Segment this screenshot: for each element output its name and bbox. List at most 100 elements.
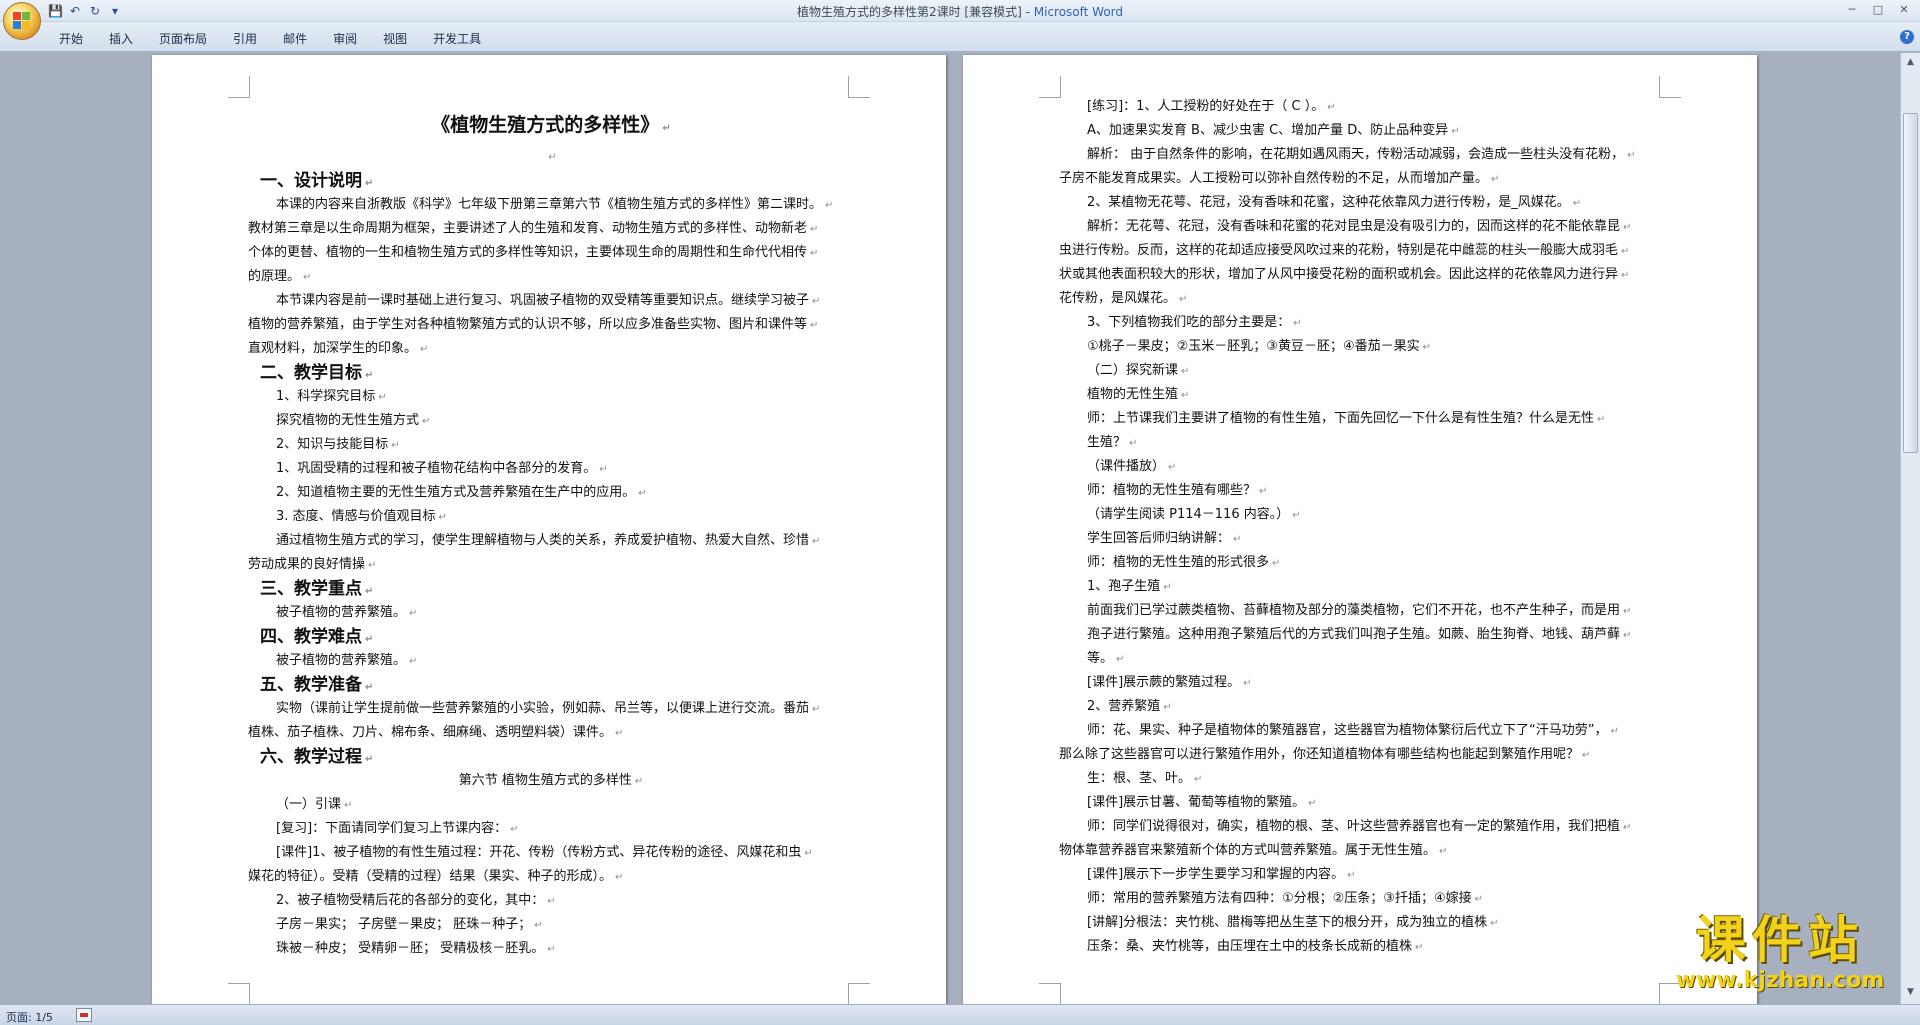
paragraph-mark-icon: ↵ [812, 536, 821, 547]
paragraph-line: 子房－果实； 子房壁－果皮； 胚珠－种子； ↵ [248, 913, 854, 937]
line-text: 二、教学目标 [260, 363, 362, 383]
paragraph-mark-icon: ↵ [1293, 318, 1302, 329]
paragraph-line: （二）探究新课 ↵ [1059, 359, 1665, 383]
line-text: 1、孢子生殖 [1087, 579, 1161, 594]
paragraph-mark-icon: ↵ [1181, 390, 1190, 401]
line-text: 1、巩固受精的过程和被子植物花结构中各部分的发育。 [276, 461, 597, 476]
ribbon-tab[interactable]: 开始 [46, 28, 96, 49]
minimize-icon[interactable]: ─ [1840, 2, 1864, 18]
site-watermark: 课件站 www.kjzhan.com [1660, 912, 1900, 1004]
paragraph-mark-icon: ↵ [1490, 918, 1499, 929]
paragraph-mark-icon: ↵ [1308, 798, 1317, 809]
ribbon-tab[interactable]: 页面布局 [146, 28, 220, 49]
line-text: 子房－果实； 子房壁－果皮； 胚珠－种子； [276, 917, 532, 932]
line-text: （一）引课 [276, 797, 342, 812]
paragraph-mark-icon: ↵ [1582, 750, 1591, 761]
scroll-up-icon[interactable]: ▲ [1903, 55, 1918, 70]
window-controls: ─ □ ✕ [1840, 2, 1916, 18]
paragraph-mark-icon: ↵ [1610, 726, 1619, 737]
line-text: （二）探究新课 [1087, 363, 1179, 378]
paragraph-line: 植物的无性生殖 ↵ [1059, 383, 1665, 407]
document-page-1[interactable]: 《植物生殖方式的多样性》 ↵ ↵ 一、设计说明 ↵ 本课的内容来自浙教版《科学》七年级… [152, 55, 946, 1004]
paragraph-line: 直观材料，加深学生的印象。 ↵ [248, 337, 854, 361]
ribbon-tab[interactable]: 邮件 [270, 28, 320, 49]
line-text: 通过植物生殖方式的学习，使学生理解植物与人类的关系，养成爱护植物、热爱大自然、珍… [276, 533, 810, 548]
paragraph-line: 2、营养繁殖 ↵ [1059, 695, 1665, 719]
paragraph-mark-icon: ↵ [409, 608, 418, 619]
paragraph-line: 通过植物生殖方式的学习，使学生理解植物与人类的关系，养成爱护植物、热爱大自然、珍… [248, 529, 854, 553]
paragraph-mark-icon: ↵ [1259, 486, 1268, 497]
close-icon[interactable]: ✕ [1892, 2, 1916, 18]
line-text: 植株、茄子植株、刀片、棉布条、细麻绳、透明塑料袋）课件。 [248, 725, 613, 740]
status-bar: 页面: 1/5 [0, 1004, 1920, 1025]
paragraph-mark-icon: ↵ [1627, 150, 1636, 161]
paragraph-line: 3. 态度、情感与价值观目标 ↵ [248, 505, 854, 529]
line-text: A、加速果实发育 B、减少虫害 C、增加产量 D、防止品种变异 [1087, 123, 1449, 138]
line-text: ①桃子－果皮；②玉米－胚乳；③黄豆－胚；④番茄－果实 [1087, 339, 1420, 354]
line-text: 探究植物的无性生殖方式 [276, 413, 420, 428]
paragraph-line: （一）引课 ↵ [248, 793, 854, 817]
margin-mark [228, 76, 250, 98]
paragraph-line: 2、知道植物主要的无性生殖方式及营养繁殖在生产中的应用。 ↵ [248, 481, 854, 505]
ribbon-tab[interactable]: 审阅 [320, 28, 370, 49]
paragraph-line: 师：植物的无性生殖有哪些？ ↵ [1059, 479, 1665, 503]
paragraph-mark-icon: ↵ [615, 728, 624, 739]
paragraph-mark-icon: ↵ [378, 392, 387, 403]
line-text: [课件]展示甘薯、葡萄等植物的繁殖。 [1087, 795, 1306, 810]
paragraph-mark-icon: ↵ [1422, 342, 1432, 353]
paragraph-mark-icon: ↵ [810, 224, 819, 235]
line-text: 师：植物的无性生殖有哪些？ [1087, 483, 1257, 498]
line-text: 三、教学重点 [260, 579, 362, 599]
page-count[interactable]: 页面: 1/5 [6, 1009, 53, 1025]
margin-mark [848, 983, 870, 1004]
paragraph-mark-icon: ↵ [812, 704, 821, 715]
paragraph-mark-icon: ↵ [438, 512, 447, 523]
line-text: （请学生阅读 P114－116 内容。） [1087, 507, 1290, 522]
vertical-scrollbar[interactable]: ▲ ▼ [1900, 53, 1920, 1004]
section-heading: 五、教学准备 ↵ [248, 673, 854, 697]
margin-mark [848, 76, 870, 98]
paragraph-mark-icon: ↵ [812, 296, 821, 307]
margin-mark [1039, 76, 1061, 98]
ribbon-tab[interactable]: 插入 [96, 28, 146, 49]
ribbon-tab[interactable]: 视图 [370, 28, 420, 49]
paragraph-line: A、加速果实发育 B、减少虫害 C、增加产量 D、防止品种变异 ↵ [1059, 119, 1665, 143]
paragraph-line: 被子植物的营养繁殖。 ↵ [248, 649, 854, 673]
line-text: 实物（课前让学生提前做一些营养繁殖的小实验，例如蒜、吊兰等，以便课上进行交流。番… [276, 701, 810, 716]
proofing-icon[interactable] [76, 1008, 92, 1022]
scroll-thumb[interactable] [1903, 113, 1918, 453]
maximize-icon[interactable]: □ [1866, 2, 1890, 18]
paragraph-mark-icon: ↵ [344, 800, 353, 811]
line-text: [课件]展示下一步学生要学习和掌握的内容。 [1087, 867, 1345, 882]
paragraph-mark-icon: ↵ [420, 344, 429, 355]
page-text[interactable]: 《植物生殖方式的多样性》 ↵ ↵ 一、设计说明 ↵ 本课的内容来自浙教版《科学》七年级… [248, 105, 854, 961]
line-text: 师：上节课我们主要讲了植物的有性生殖，下面先回忆一下什么是有性生殖？什么是无性 [1087, 411, 1595, 426]
paragraph-mark-icon: ↵ [1292, 510, 1301, 521]
line-text: 解析：无花萼、花冠，没有香味和花蜜的花对昆虫是没有吸引力的，因而这样的花不能依靠… [1087, 219, 1621, 234]
paragraph-mark-icon: ↵ [1621, 246, 1630, 257]
paragraph-line: [课件]展示下一步学生要学习和掌握的内容。 ↵ [1059, 863, 1665, 887]
help-icon[interactable]: ? [1900, 30, 1914, 44]
paragraph-mark-icon: ↵ [638, 488, 647, 499]
ribbon-tab[interactable]: 引用 [220, 28, 270, 49]
paragraph-line: [练习]：1、人工授粉的好处在于（ C ）。 ↵ [1059, 95, 1665, 119]
paragraph-line: ①桃子－果皮；②玉米－胚乳；③黄豆－胚；④番茄－果实 ↵ [1059, 335, 1665, 359]
paragraph-line: 被子植物的营养繁殖。 ↵ [248, 601, 854, 625]
document-page-2[interactable]: [练习]：1、人工授粉的好处在于（ C ）。 ↵ A、加速果实发育 B、减少虫害 C… [963, 55, 1757, 1004]
line-text: 植物的营养繁殖，由于学生对各种植物繁殖方式的认识不够，所以应多准备些实物、图片和… [248, 317, 808, 332]
line-text: 师：同学们说得很对，确实，植物的根、茎、叶这些营养器官也有一定的繁殖作用，我们把… [1087, 819, 1621, 834]
scroll-down-icon[interactable]: ▼ [1903, 985, 1918, 1000]
paragraph-line: 师：常用的营养繁殖方法有四种：①分根；②压条；③扦插；④嫁接 ↵ [1059, 887, 1665, 911]
paragraph-mark-icon: ↵ [1347, 870, 1356, 881]
line-text: 子房不能发育成果实。人工授粉可以弥补自然传粉的不足，从而增加产量。 [1059, 171, 1489, 186]
ribbon-tab[interactable]: 开发工具 [420, 28, 494, 49]
line-text: 前面我们已学过蕨类植物、苔藓植物及部分的藻类植物，它们不开花，也不产生种子，而是… [1087, 603, 1621, 618]
paragraph-mark-icon: ↵ [1129, 438, 1138, 449]
page-text[interactable]: [练习]：1、人工授粉的好处在于（ C ）。 ↵ A、加速果实发育 B、减少虫害 C… [1059, 95, 1665, 959]
paragraph-mark-icon: ↵ [1327, 102, 1336, 113]
paragraph-line: 花传粉，是风媒花。 ↵ [1059, 287, 1665, 311]
paragraph-line: 教材第三章是以生命周期为框架，主要讲述了人的生殖和发育、动物生殖方式的多样性、动… [248, 217, 854, 241]
window-title: 植物生殖方式的多样性第2课时 [兼容模式] - Microsoft Word [0, 3, 1920, 20]
office-button[interactable] [3, 2, 41, 40]
line-text: 劳动成果的良好情操 [248, 557, 366, 572]
